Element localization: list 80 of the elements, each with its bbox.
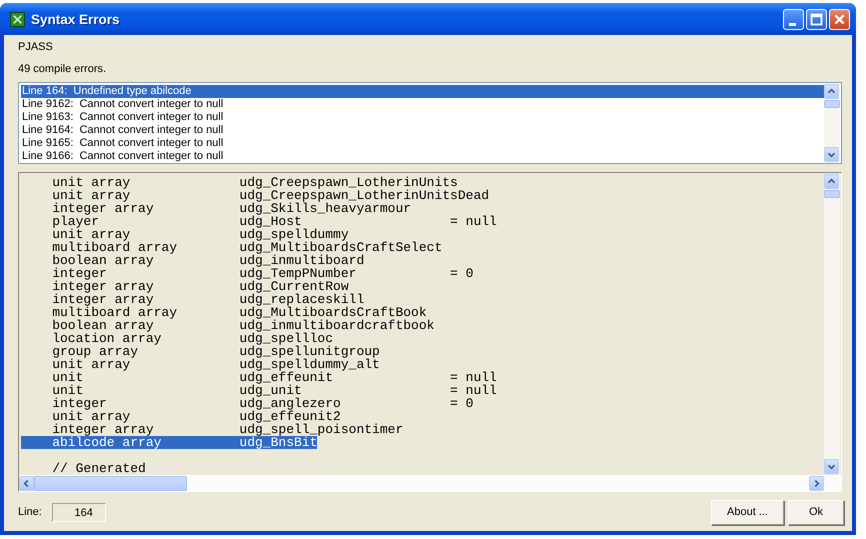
- error-list[interactable]: [18, 82, 842, 164]
- error-item[interactable]: Line 9163: Cannot convert integer to null: [21, 111, 824, 124]
- type-text: unit array: [52, 410, 132, 423]
- scroll-down-icon[interactable]: [824, 459, 839, 474]
- type-text: unit: [52, 384, 84, 397]
- type-text: unit array: [52, 358, 130, 371]
- variable-name: udg_spelldummy_alt: [239, 358, 380, 371]
- type-text: unit array: [52, 176, 132, 189]
- type-text: group array: [52, 345, 138, 358]
- about-button[interactable]: About ...: [711, 500, 784, 524]
- horizontal-scrollbar[interactable]: [19, 475, 841, 491]
- variable-name: udg_MultiboardsCraftBook: [239, 306, 427, 319]
- type-text: integer: [52, 267, 108, 280]
- type-text: unit array: [52, 228, 132, 241]
- type-text: multiboard array: [52, 241, 178, 254]
- variable-name: udg_unit: [239, 384, 302, 397]
- type-text: player: [52, 215, 100, 228]
- line-field[interactable]: 164: [52, 502, 106, 522]
- checker-name: PJASS: [18, 41, 54, 53]
- window-title: Syntax Errors: [31, 12, 121, 26]
- scroll-thumb[interactable]: [34, 476, 187, 490]
- variable-name: udg_TempPNumber: [239, 267, 356, 280]
- variable-name: udg_anglezero: [239, 397, 342, 410]
- scroll-left-icon[interactable]: [19, 476, 34, 490]
- type-text: location array: [52, 332, 162, 345]
- variable-name: udg_BnsBit: [239, 436, 318, 449]
- scroll-up-icon[interactable]: [824, 174, 839, 189]
- line-label: Line:: [18, 506, 42, 518]
- error-item[interactable]: Line 9164: Cannot convert integer to null: [21, 124, 824, 137]
- code-view[interactable]: [18, 172, 842, 492]
- variable-name: udg_effeunit: [239, 371, 334, 384]
- variable-name: udg_spell_poisontimer: [239, 423, 404, 436]
- ok-button[interactable]: Ok: [788, 500, 844, 524]
- scroll-thumb[interactable]: [824, 100, 840, 108]
- variable-name: udg_MultiboardsCraftSelect: [239, 241, 442, 254]
- type-text: integer array: [52, 423, 155, 436]
- app-icon: [10, 12, 25, 26]
- variable-name: udg_Host: [239, 215, 302, 228]
- variable-name: udg_effeunit2: [239, 410, 341, 423]
- initial-value: = null: [450, 371, 497, 384]
- initial-value: = 0: [450, 267, 474, 280]
- code-comment: // Generated: [52, 462, 146, 475]
- error-count: 49 compile errors.: [18, 63, 108, 75]
- type-text: integer: [52, 397, 108, 410]
- type-text: unit: [52, 371, 84, 384]
- close-button[interactable]: [829, 8, 850, 30]
- variable-name: udg_spelldummy: [239, 228, 349, 241]
- type-text: multiboard array: [52, 306, 178, 319]
- type-text: unit array: [52, 189, 132, 202]
- error-item[interactable]: Line 9165: Cannot convert integer to null: [21, 137, 824, 150]
- type-text: boolean array: [52, 254, 154, 267]
- variable-name: udg_inmultiboard: [239, 254, 364, 267]
- minimize-icon: [789, 22, 796, 26]
- variable-name: udg_CurrentRow: [239, 280, 349, 293]
- type-text: integer array: [52, 202, 155, 215]
- type-text: boolean array: [52, 319, 154, 332]
- scroll-down-icon[interactable]: [824, 147, 839, 162]
- initial-value: = 0: [450, 397, 474, 410]
- variable-name: udg_spellloc: [239, 332, 334, 345]
- variable-name: udg_Skills_heavyarmour: [239, 202, 412, 215]
- type-text: integer array: [52, 280, 155, 293]
- error-item[interactable]: Line 9162: Cannot convert integer to null: [21, 98, 824, 111]
- type-text: abilcode array: [52, 436, 162, 449]
- vertical-scrollbar[interactable]: [824, 174, 840, 474]
- initial-value: = null: [450, 384, 497, 397]
- variable-name: udg_Creepspawn_LotherinUnits: [239, 176, 458, 189]
- variable-name: udg_spellunitgroup: [239, 345, 380, 358]
- variable-name: udg_replaceskill: [239, 293, 364, 306]
- initial-value: = null: [450, 215, 497, 228]
- variable-name: udg_inmultiboardcraftbook: [239, 319, 434, 332]
- variable-name: udg_Creepspawn_LotherinUnitsDead: [239, 189, 490, 202]
- vertical-scrollbar[interactable]: [824, 84, 840, 162]
- scroll-up-icon[interactable]: [824, 84, 839, 99]
- minimize-button[interactable]: [783, 8, 804, 30]
- error-item[interactable]: Line 164: Undefined type abilcode: [21, 85, 824, 98]
- scroll-right-icon[interactable]: [809, 476, 824, 490]
- scroll-thumb[interactable]: [824, 190, 840, 198]
- type-text: integer array: [52, 293, 155, 306]
- maximize-button[interactable]: [806, 8, 827, 30]
- error-item[interactable]: Line 9166: Cannot convert integer to null: [21, 150, 824, 163]
